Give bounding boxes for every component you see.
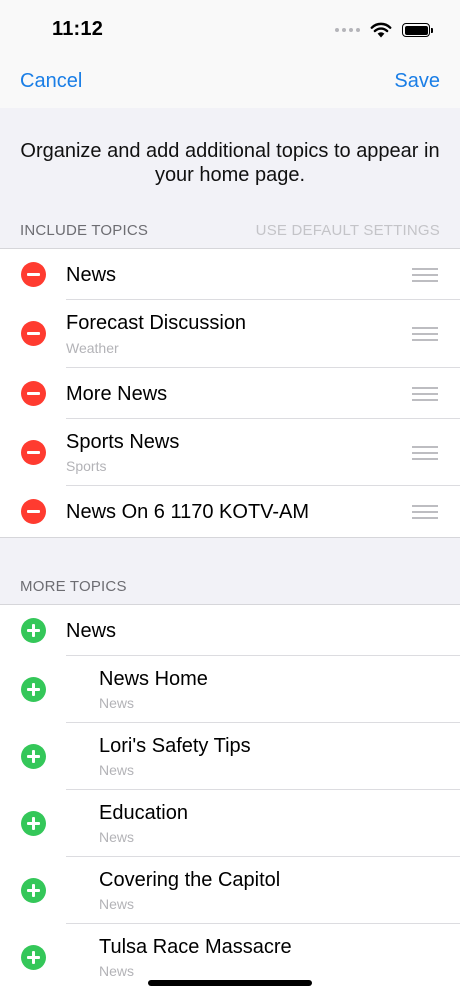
list-item[interactable]: News — [0, 249, 460, 300]
topic-title: News — [66, 620, 117, 642]
topic-subtitle: Sports — [66, 458, 107, 474]
topic-title: Education — [99, 802, 188, 824]
more-topics-list: News News Home News Lori's Safety Tips N… — [0, 604, 460, 996]
topic-subtitle: News — [99, 695, 135, 711]
topic-subtitle: News — [99, 762, 135, 778]
reorder-handle-icon[interactable] — [412, 446, 438, 460]
list-item[interactable]: News Home News — [0, 656, 460, 723]
topic-subtitle: News — [99, 963, 135, 979]
list-item[interactable]: Covering the Capitol News — [0, 857, 460, 924]
add-icon[interactable] — [21, 878, 46, 903]
add-icon[interactable] — [21, 618, 46, 643]
list-item[interactable]: Forecast Discussion Weather — [0, 300, 460, 368]
topic-title: News — [66, 264, 117, 286]
topic-title: Tulsa Race Massacre — [99, 936, 292, 958]
list-item[interactable]: Sports News Sports — [0, 419, 460, 486]
more-topics-header: MORE TOPICS — [0, 572, 460, 604]
cellular-signal-icon — [335, 28, 360, 32]
add-icon[interactable] — [21, 945, 46, 970]
include-topics-header: INCLUDE TOPICS USE DEFAULT SETTINGS — [0, 216, 460, 248]
topic-title: More News — [66, 383, 168, 405]
use-default-settings-link[interactable]: USE DEFAULT SETTINGS — [256, 222, 440, 239]
add-icon[interactable] — [21, 744, 46, 769]
more-topics-title: MORE TOPICS — [20, 578, 127, 595]
reorder-handle-icon[interactable] — [412, 268, 438, 282]
list-item[interactable]: More News — [0, 368, 460, 419]
reorder-handle-icon[interactable] — [412, 387, 438, 401]
remove-icon[interactable] — [21, 381, 46, 406]
battery-icon — [402, 23, 433, 37]
topic-subtitle: News — [99, 896, 135, 912]
list-item[interactable]: News On 6 1170 KOTV-AM — [0, 486, 460, 537]
topic-title: Covering the Capitol — [99, 869, 281, 891]
topic-title: Lori's Safety Tips — [99, 735, 251, 757]
list-item[interactable]: Education News — [0, 790, 460, 857]
topic-title: Forecast Discussion — [66, 312, 247, 334]
topic-subtitle: Weather — [66, 340, 119, 356]
add-icon[interactable] — [21, 811, 46, 836]
include-topics-title: INCLUDE TOPICS — [20, 222, 149, 239]
list-item[interactable]: Lori's Safety Tips News — [0, 723, 460, 790]
list-item[interactable]: News — [0, 605, 460, 656]
cancel-button[interactable]: Cancel — [20, 70, 82, 93]
remove-icon[interactable] — [21, 499, 46, 524]
save-button[interactable]: Save — [394, 70, 440, 93]
add-icon[interactable] — [21, 677, 46, 702]
navigation-bar: Cancel Save — [0, 58, 460, 108]
reorder-handle-icon[interactable] — [412, 327, 438, 341]
status-icons — [335, 22, 433, 38]
topic-title: News Home — [99, 668, 208, 690]
include-topics-list: News Forecast Discussion Weather More Ne… — [0, 248, 460, 538]
status-time: 11:12 — [52, 18, 104, 40]
topic-subtitle: News — [99, 829, 135, 845]
intro-text: Organize and add additional topics to ap… — [20, 140, 440, 186]
status-bar: 11:12 — [0, 0, 460, 58]
remove-icon[interactable] — [21, 440, 46, 465]
remove-icon[interactable] — [21, 262, 46, 287]
home-indicator — [148, 980, 312, 986]
remove-icon[interactable] — [21, 321, 46, 346]
wifi-icon — [370, 22, 392, 38]
reorder-handle-icon[interactable] — [412, 505, 438, 519]
topic-title: Sports News — [66, 431, 180, 453]
topic-title: News On 6 1170 KOTV-AM — [66, 501, 310, 523]
